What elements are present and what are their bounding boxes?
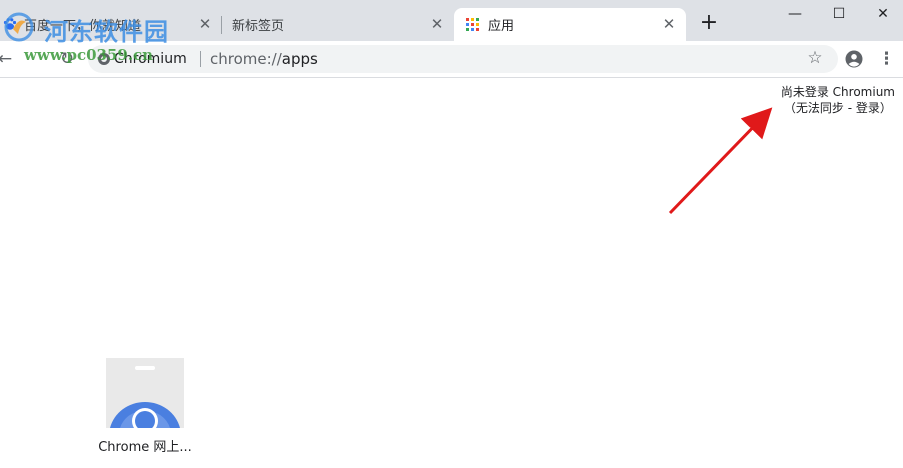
back-button[interactable]: ← bbox=[0, 48, 16, 70]
url-text[interactable]: chrome://apps bbox=[210, 50, 318, 68]
signin-status: 尚未登录 Chromium （无法同步 - 登录） bbox=[781, 84, 895, 116]
apps-grid-icon bbox=[466, 18, 479, 31]
omnibox-separator bbox=[200, 51, 201, 67]
account-icon[interactable] bbox=[845, 50, 863, 68]
tab-new-tab[interactable]: 新标签页 ✕ bbox=[222, 8, 454, 41]
new-tab-button[interactable]: + bbox=[698, 12, 720, 35]
signin-suffix: ） bbox=[879, 101, 892, 115]
close-tab-icon[interactable]: ✕ bbox=[662, 17, 676, 32]
url-host: apps bbox=[281, 50, 318, 68]
close-window-button[interactable]: ✕ bbox=[861, 0, 903, 28]
close-tab-icon[interactable]: ✕ bbox=[198, 17, 212, 32]
maximize-button[interactable]: ☐ bbox=[817, 0, 861, 28]
minimize-button[interactable]: — bbox=[773, 0, 817, 28]
url-scheme: chrome:// bbox=[210, 50, 282, 68]
tab-title: 新标签页 bbox=[232, 19, 285, 34]
signin-line1: 尚未登录 Chromium bbox=[780, 85, 895, 99]
app-label: Chrome 网上... bbox=[98, 440, 192, 455]
app-tile-chrome-web-store[interactable]: Chrome 网上... bbox=[90, 356, 200, 461]
watermark-url: www.pc0359.cn bbox=[24, 46, 154, 64]
chrome-web-store-icon bbox=[106, 358, 184, 428]
watermark-logo-icon bbox=[4, 12, 34, 42]
watermark-site-name: 河东软件园 bbox=[44, 17, 169, 46]
tab-apps[interactable]: 应用 ✕ bbox=[454, 8, 686, 41]
close-tab-icon[interactable]: ✕ bbox=[430, 17, 444, 32]
menu-icon[interactable]: ⋮ bbox=[878, 49, 895, 69]
signin-link[interactable]: 登录 bbox=[856, 101, 880, 115]
tab-title: 应用 bbox=[488, 19, 515, 34]
bookmark-star-icon[interactable]: ☆ bbox=[806, 49, 824, 67]
signin-prefix: （无法同步 - bbox=[783, 101, 856, 115]
signin-line2: （无法同步 - 登录） bbox=[781, 100, 895, 116]
omnibox[interactable]: Chromium chrome://apps bbox=[88, 45, 838, 73]
annotation-arrow bbox=[668, 107, 773, 215]
